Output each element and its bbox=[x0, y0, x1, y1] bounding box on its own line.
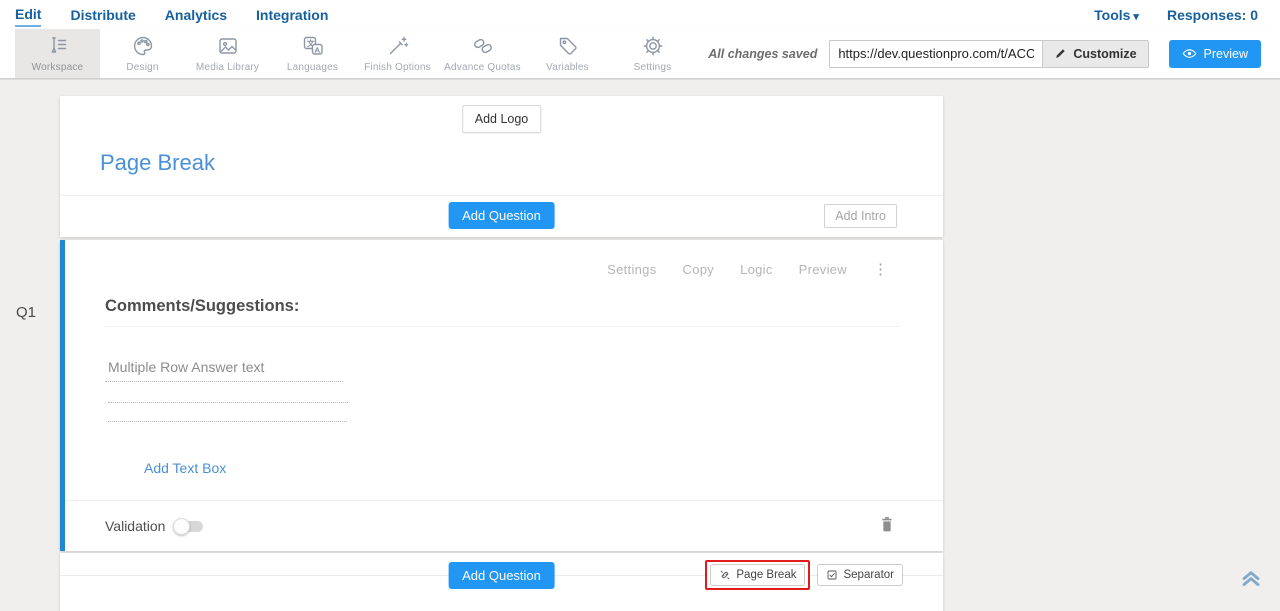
toolbar-tab-label: Design bbox=[126, 62, 158, 73]
validation-toggle[interactable] bbox=[175, 521, 203, 532]
question-menu: Settings Copy Logic Preview ⋮ bbox=[607, 262, 888, 277]
nav-tabs: Edit Distribute Analytics Integration bbox=[0, 2, 328, 27]
page-break-button[interactable]: Page Break bbox=[710, 564, 805, 586]
answer-row-3[interactable] bbox=[108, 421, 347, 422]
nav-right: Tools▾ Responses: 0 bbox=[1094, 3, 1280, 26]
pencil-icon bbox=[1054, 47, 1067, 60]
tools-menu[interactable]: Tools▾ bbox=[1094, 3, 1139, 26]
question-settings-link[interactable]: Settings bbox=[607, 262, 656, 277]
toolbar-tab-label: Variables bbox=[546, 62, 589, 73]
broken-link-icon bbox=[719, 569, 731, 581]
answer-row-placeholder[interactable]: Multiple Row Answer text bbox=[108, 359, 264, 375]
more-options-icon[interactable]: ⋮ bbox=[873, 264, 888, 275]
svg-text:A: A bbox=[314, 45, 319, 54]
nav-tab-integration[interactable]: Integration bbox=[256, 3, 328, 26]
magic-wand-icon bbox=[386, 34, 410, 58]
toolbar-tab-finish-options[interactable]: Finish Options bbox=[355, 29, 440, 78]
responses-count[interactable]: Responses: 0 bbox=[1167, 3, 1258, 26]
answer-row-1[interactable] bbox=[105, 381, 343, 382]
checkbox-icon bbox=[826, 569, 838, 581]
nav-tab-distribute[interactable]: Distribute bbox=[70, 3, 135, 26]
toolbar-tab-label: Languages bbox=[287, 62, 338, 73]
insert-controls: Page Break Separator bbox=[705, 560, 903, 590]
page-break-highlight-box: Page Break bbox=[705, 560, 810, 590]
question-card: Settings Copy Logic Preview ⋮ Comments/S… bbox=[60, 240, 943, 551]
next-section-card: Add Question Page Break Separator bbox=[60, 553, 943, 611]
add-question-button-top[interactable]: Add Question bbox=[448, 202, 555, 229]
toolbar-tab-advance-quotas[interactable]: Advance Quotas bbox=[440, 29, 525, 78]
toolbar-tab-variables[interactable]: Variables bbox=[525, 29, 610, 78]
question-logic-link[interactable]: Logic bbox=[740, 262, 773, 277]
tag-icon bbox=[556, 34, 580, 58]
question-number-label: Q1 bbox=[16, 304, 36, 321]
delete-question-icon[interactable] bbox=[879, 515, 895, 538]
question-title[interactable]: Comments/Suggestions: bbox=[105, 297, 299, 316]
nav-tab-analytics[interactable]: Analytics bbox=[165, 3, 227, 26]
chain-links-icon bbox=[471, 34, 495, 58]
top-navigation: Edit Distribute Analytics Integration To… bbox=[0, 0, 1280, 29]
toolbar-right: All changes saved Customize Preview bbox=[708, 29, 1280, 78]
design-palette-icon bbox=[131, 34, 155, 58]
question-copy-link[interactable]: Copy bbox=[683, 262, 715, 277]
toolbar-tab-label: Workspace bbox=[32, 62, 84, 73]
toolbar-tab-workspace[interactable]: Workspace bbox=[15, 29, 100, 78]
separator-button[interactable]: Separator bbox=[817, 564, 903, 586]
toolbar-tab-media-library[interactable]: Media Library bbox=[185, 29, 270, 78]
media-library-icon bbox=[216, 34, 240, 58]
nav-tab-edit[interactable]: Edit bbox=[15, 2, 41, 27]
eye-icon bbox=[1182, 46, 1197, 61]
toolbar-tab-settings[interactable]: Settings bbox=[610, 29, 695, 78]
survey-header-section: Add Logo Page Break Add Question Add Int… bbox=[60, 96, 943, 237]
save-status-text: All changes saved bbox=[708, 47, 817, 61]
caret-down-icon: ▾ bbox=[1133, 11, 1139, 23]
workspace-icon bbox=[46, 34, 70, 58]
toolbar-tab-label: Media Library bbox=[196, 62, 259, 73]
toggle-knob bbox=[173, 518, 190, 535]
question-footer: Validation bbox=[65, 500, 943, 551]
add-intro-button[interactable]: Add Intro bbox=[824, 204, 897, 228]
answer-row-2[interactable] bbox=[108, 402, 348, 403]
survey-workspace: Add Logo Page Break Add Question Add Int… bbox=[0, 80, 1280, 611]
validation-label: Validation bbox=[105, 518, 165, 534]
add-question-button-bottom[interactable]: Add Question bbox=[448, 562, 555, 589]
question-preview-link[interactable]: Preview bbox=[799, 262, 847, 277]
question-title-divider bbox=[105, 326, 901, 327]
toolbar-tab-languages[interactable]: 文A Languages bbox=[270, 29, 355, 78]
scroll-to-top-icon[interactable] bbox=[1238, 564, 1264, 595]
section-divider bbox=[60, 195, 943, 196]
languages-translate-icon: 文A bbox=[301, 34, 325, 58]
customize-button[interactable]: Customize bbox=[1042, 40, 1148, 68]
toolbar-tab-design[interactable]: Design bbox=[100, 29, 185, 78]
editor-toolbar: Workspace Design Media Library 文A Langua… bbox=[0, 29, 1280, 79]
preview-button[interactable]: Preview bbox=[1169, 40, 1261, 68]
toolbar-tab-label: Advance Quotas bbox=[444, 62, 521, 73]
add-logo-button[interactable]: Add Logo bbox=[462, 105, 542, 133]
toolbar-tab-label: Settings bbox=[634, 62, 672, 73]
toolbar-tab-label: Finish Options bbox=[364, 62, 431, 73]
add-text-box-link[interactable]: Add Text Box bbox=[144, 460, 226, 476]
survey-url-group: Customize bbox=[829, 40, 1148, 68]
page-break-title[interactable]: Page Break bbox=[100, 150, 215, 176]
gear-icon bbox=[641, 34, 665, 58]
survey-url-input[interactable] bbox=[829, 40, 1042, 68]
